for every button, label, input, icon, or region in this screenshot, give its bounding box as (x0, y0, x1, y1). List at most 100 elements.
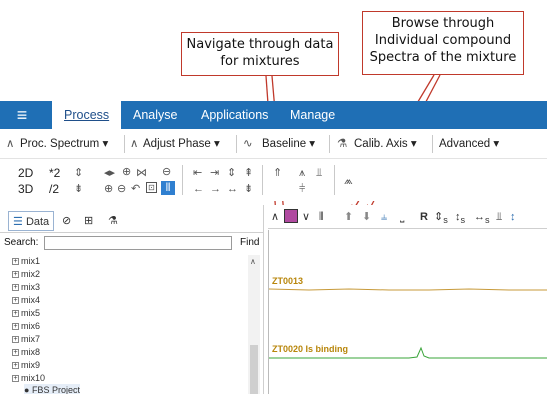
data-tree: + mix1 + mix2 + mix3 + mix4 + mix5 + mix6 + mix… (0, 255, 248, 394)
tree-item-mix3[interactable]: + mix3 (12, 281, 40, 293)
peak-view-icon[interactable]: ⫴ (161, 181, 175, 195)
grid-view-icon[interactable]: ⊞ (84, 211, 93, 231)
tree-item-mix8[interactable]: + mix8 (12, 346, 40, 358)
scale-s-horizontal-button[interactable]: ↔s (474, 210, 490, 227)
integrate-up-icon[interactable]: ⇑ (273, 167, 282, 179)
menu-tab-process[interactable]: Process (52, 101, 122, 129)
baseline-icon: ∿ (243, 138, 253, 150)
expand-icon[interactable]: + (12, 349, 19, 357)
stack-spectra-icon[interactable]: ⫴ (319, 210, 324, 224)
ribbon-icon-row: 2D 3D *2 /2 ⇕ ⇟ ◂▸ ⊕ ⋈ ⊕ ⊖ ↶ ⊡ ⊖ ⫴ ⇤ ⇥ ⇕… (0, 159, 547, 201)
tree-item-mix7[interactable]: + mix7 (12, 333, 40, 345)
history-icon[interactable]: ⊘ (62, 211, 71, 231)
view-3d-button[interactable]: 3D (18, 183, 33, 195)
fit-curve-icon[interactable]: ⩕ (344, 175, 353, 187)
search-input[interactable] (44, 236, 232, 250)
overlay-icon[interactable]: ⫨ (381, 210, 387, 224)
undo-zoom-icon[interactable]: ↶ (131, 183, 140, 195)
menu-bar: ≡ Process Analyse Applications Manage (0, 101, 547, 129)
expand-icon[interactable]: + (12, 297, 19, 305)
zoom-in-x-icon[interactable]: ⊕ (122, 166, 131, 178)
expand-horizontal-icon[interactable]: ⋈ (136, 167, 147, 179)
find-button[interactable]: Find (240, 237, 259, 248)
move-left-end-icon[interactable]: ⇤ (193, 167, 202, 179)
proc-spectrum-dropdown[interactable]: Proc. Spectrum ▾ (20, 136, 108, 150)
vertical-scale-icon[interactable]: ↕ (510, 210, 516, 224)
menu-tab-analyse[interactable]: Analyse (133, 101, 177, 129)
browse-down-icon[interactable]: ⬇ (362, 210, 371, 224)
hamburger-menu-icon[interactable]: ≡ (0, 101, 44, 129)
tree-item-mix5[interactable]: + mix5 (12, 307, 40, 319)
navigate-up-icon[interactable]: ∧ (271, 210, 279, 224)
scale-divide-button[interactable]: /2 (49, 183, 59, 195)
panel-tabs: ☰ Data ⊘ ⊞ ⚗ (0, 209, 264, 233)
integrals-icon[interactable]: ⫩ (299, 183, 305, 195)
expand-icon[interactable]: + (12, 336, 19, 344)
callout-browse: Browse through Individual compound Spect… (362, 11, 524, 75)
expand-icon[interactable]: + (12, 323, 19, 331)
scale-up-icon[interactable]: ⇕ (74, 167, 83, 179)
reference-button[interactable]: R (420, 210, 428, 224)
calib-axis-dropdown[interactable]: Calib. Axis ▾ (354, 136, 417, 150)
move-vertical-icon[interactable]: ⇕ (227, 167, 236, 179)
tree-item-fbs-project[interactable]: ● FBS Project (24, 384, 80, 394)
expand-icon[interactable]: + (12, 284, 19, 292)
zoom-in-icon[interactable]: ⊕ (104, 183, 113, 195)
navigate-down-icon[interactable]: ∨ (302, 210, 310, 224)
tree-item-mix6[interactable]: + mix6 (12, 320, 40, 332)
tab-data-label: Data (25, 216, 50, 228)
multiplet-icon[interactable]: ⩚ (299, 167, 305, 179)
menu-tab-applications[interactable]: Applications (201, 101, 268, 129)
data-panel: ☰ Data ⊘ ⊞ ⚗ Search: Find + mix1 + mix2 + m… (0, 205, 264, 394)
expand-icon[interactable]: + (12, 362, 19, 370)
tree-item-mix9[interactable]: + mix9 (12, 359, 40, 371)
search-row: Search: Find (0, 235, 264, 251)
scale-multiply-button[interactable]: *2 (49, 167, 60, 179)
pan-horizontal-icon[interactable]: ◂▸ (104, 167, 115, 179)
expand-icon[interactable]: + (12, 271, 19, 279)
menu-tab-manage[interactable]: Manage (290, 101, 335, 129)
scroll-thumb[interactable] (250, 345, 258, 394)
list-icon: ☰ (13, 216, 23, 228)
scale-down-icon[interactable]: ⇟ (74, 183, 83, 195)
advanced-dropdown[interactable]: Advanced ▾ (439, 136, 499, 150)
tree-scrollbar[interactable]: ∧ (248, 255, 260, 394)
spectrum-trace-1 (269, 288, 547, 291)
expand-icon[interactable]: + (12, 310, 19, 318)
spectra-traces (269, 288, 547, 359)
zoom-out-icon[interactable]: ⊖ (117, 183, 126, 195)
scale-s-up-down-button[interactable]: ⇕s (434, 210, 448, 227)
shift-s-button[interactable]: ↕s (455, 210, 465, 227)
spectrum-trace-2 (269, 346, 547, 359)
align-up-icon[interactable]: ⇞ (244, 167, 253, 179)
move-left-icon[interactable]: ← (193, 183, 204, 195)
move-both-icon[interactable]: ↔ (227, 183, 238, 195)
tree-item-mix10[interactable]: + mix10 (12, 372, 45, 384)
browse-up-icon[interactable]: ⬆ (344, 210, 353, 224)
tab-data[interactable]: ☰ Data (8, 211, 55, 231)
bracket-icon[interactable]: ⎵ (400, 210, 404, 224)
zoom-region-icon[interactable]: ⊖ (162, 166, 171, 178)
move-right-icon[interactable]: → (210, 183, 221, 195)
adjust-phase-dropdown[interactable]: Adjust Phase ▾ (143, 136, 220, 150)
view-2d-button[interactable]: 2D (18, 167, 33, 179)
align-down-icon[interactable]: ⇟ (244, 183, 253, 195)
search-label: Search: (4, 237, 39, 248)
scroll-up-icon[interactable]: ∧ (250, 257, 256, 266)
spectra-view[interactable]: ZT0013 ZT0020 Is binding (268, 230, 547, 394)
peak-bars-icon[interactable]: ⫫ (496, 210, 502, 224)
bullet-icon: ● (24, 385, 32, 394)
fit-view-icon[interactable]: ⊡ (146, 182, 157, 193)
flask-icon[interactable]: ⚗ (108, 211, 118, 231)
spectra-toolbar: ∧ ∨ ⫴ ⬆ ⬇ ⫨ ⎵ R ⇕s ↕s ↔s ⫫ ↕ (268, 205, 547, 229)
tree-item-mix2[interactable]: + mix2 (12, 268, 40, 280)
baseline-dropdown[interactable]: Baseline ▾ (262, 136, 315, 150)
color-grid-icon[interactable] (284, 209, 298, 223)
move-right-end-icon[interactable]: ⇥ (210, 167, 219, 179)
expand-icon[interactable]: + (12, 375, 19, 383)
expand-icon[interactable]: + (12, 258, 19, 266)
peak-pick-icon[interactable]: ⫫ (316, 167, 322, 179)
tree-item-mix1[interactable]: + mix1 (12, 255, 40, 267)
callout-navigate: Navigate through data for mixtures (181, 32, 339, 76)
tree-item-mix4[interactable]: + mix4 (12, 294, 40, 306)
